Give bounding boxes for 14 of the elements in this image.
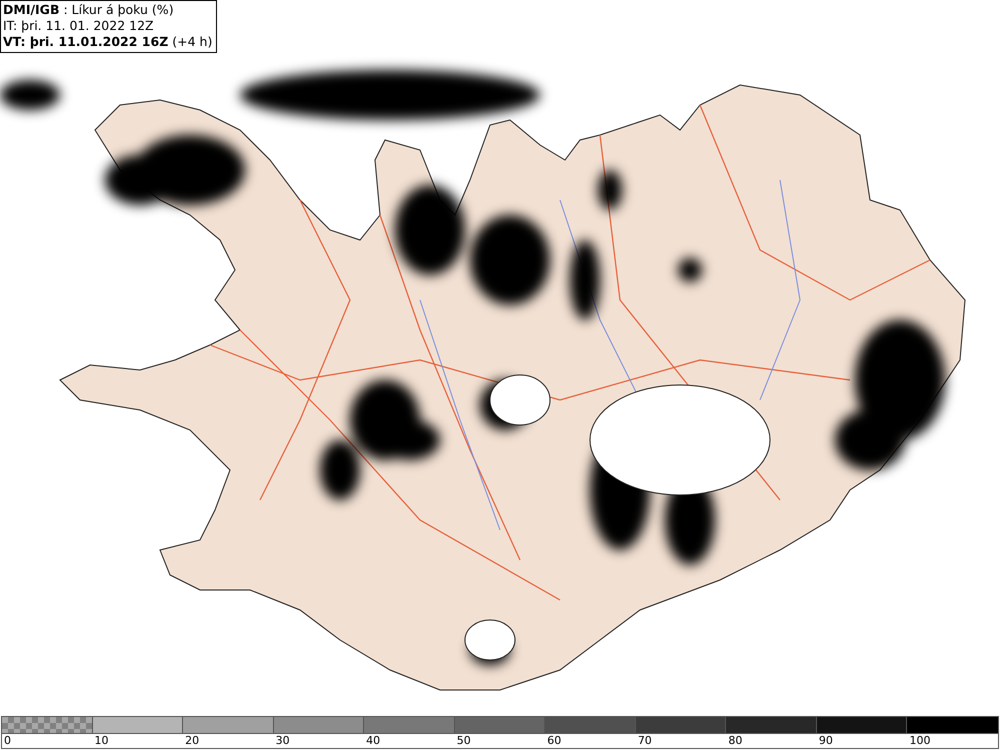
legend-label: 90 [818,734,833,747]
header-text: DMI/IGB : Líkur á þoku (%) [3,2,175,18]
legend-label: 100 [909,734,930,747]
legend-label: 60 [547,734,562,747]
legend-label: 50 [456,734,471,747]
header-text: IT: þri. 11. 01. 2022 12Z [3,18,155,34]
legend-label: 80 [728,734,742,747]
header-text: VT: þri. 11.01.2022 16Z (+4 h) [3,34,212,50]
legend-label: 40 [366,734,380,747]
legend-label: 30 [276,734,290,747]
legend-label: 0 [4,734,11,747]
legend-label: 20 [185,734,200,747]
legend-label: 10 [94,734,109,747]
legend-label: 70 [638,734,652,747]
